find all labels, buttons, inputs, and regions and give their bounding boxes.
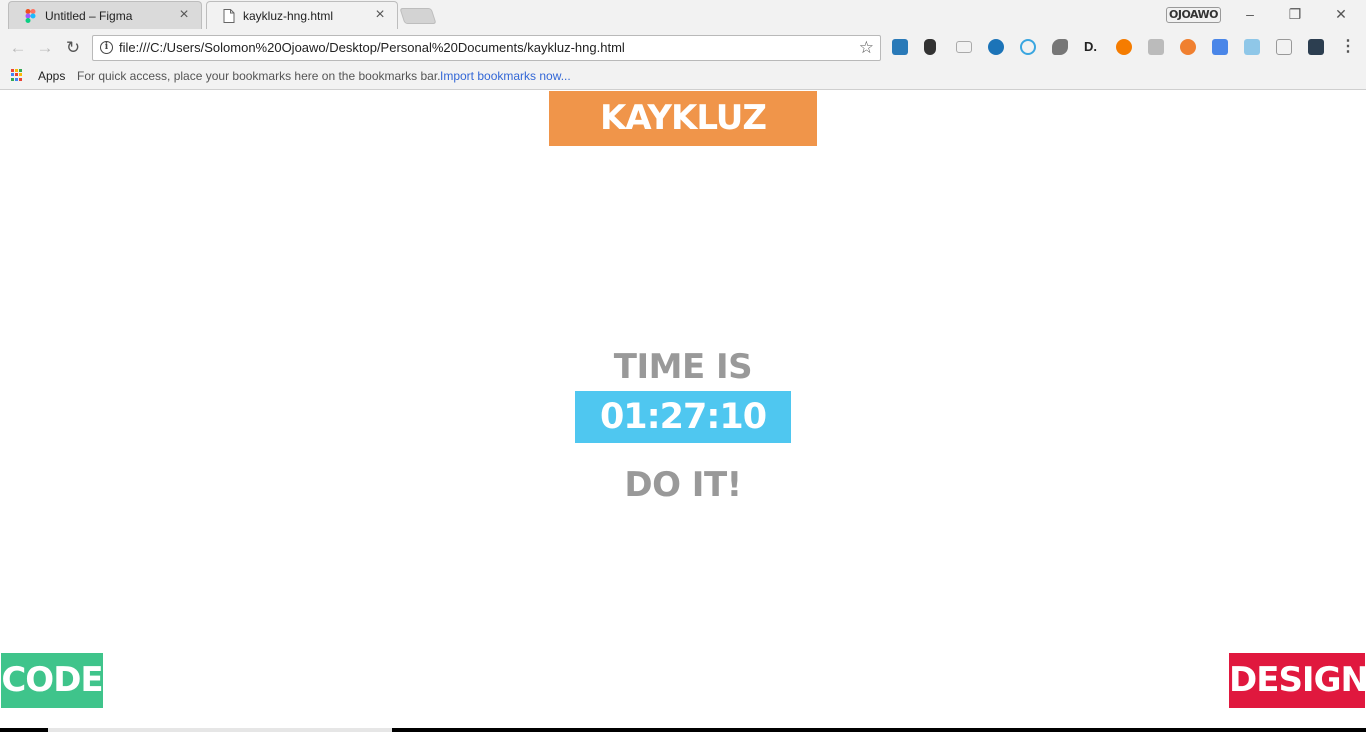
reload-icon[interactable]: ↻ (61, 36, 85, 60)
translate-extension-icon[interactable] (1212, 39, 1228, 55)
minimize-icon[interactable]: – (1235, 4, 1265, 24)
time-label: TIME IS (613, 347, 753, 387)
page-content: KAYKLUZ DAILY TIME IS 01:27:10 AM DO IT!… (0, 91, 1366, 728)
close-tab-icon[interactable]: × (175, 6, 193, 24)
fst-extension-icon[interactable] (1244, 39, 1260, 55)
puzzle-extension-icon[interactable] (1052, 39, 1068, 55)
tab-title: Untitled – Figma (45, 9, 133, 23)
tab-title: kaykluz-hng.html (243, 9, 334, 23)
motto-text: DO IT! (624, 465, 742, 505)
compass-extension-icon[interactable] (892, 39, 908, 55)
mail-extension-icon[interactable] (956, 41, 972, 53)
figma-icon (25, 9, 36, 23)
ball-extension-icon[interactable] (1180, 39, 1196, 55)
code-button[interactable]: CODE (1, 653, 104, 708)
bookmark-star-icon[interactable]: ☆ (859, 38, 874, 58)
orange-extension-icon[interactable] (1116, 39, 1132, 55)
dark-extension-icon[interactable] (1308, 39, 1324, 55)
star-extension-icon[interactable] (988, 39, 1004, 55)
import-bookmarks-link[interactable]: Import bookmarks now... (440, 69, 571, 83)
people-extension-icon[interactable] (1148, 39, 1164, 55)
apps-link[interactable]: Apps (38, 69, 65, 83)
restore-icon[interactable]: ❐ (1280, 4, 1310, 24)
url-text[interactable]: file:///C:/Users/Solomon%20Ojoawo/Deskto… (119, 40, 625, 55)
profile-button[interactable]: OJOAWO (1166, 7, 1222, 23)
clock-display: 01:27:10 AM (575, 391, 791, 489)
file-icon (223, 9, 235, 23)
browser-toolbar: ← → ↻ i file:///C:/Users/Solomon%20Ojoaw… (0, 30, 1366, 65)
info-icon[interactable]: i (100, 41, 113, 54)
tab-figma[interactable]: Untitled – Figma × (8, 1, 202, 29)
taskbar-edge (0, 728, 1366, 732)
mouse-extension-icon[interactable] (924, 39, 936, 55)
bookmarks-bar: Apps For quick access, place your bookma… (0, 65, 1366, 90)
tab-kaykluz[interactable]: kaykluz-hng.html × (206, 1, 398, 29)
pentagon-extension-icon[interactable] (1020, 39, 1036, 55)
menu-icon[interactable]: ⋮ (1340, 37, 1356, 57)
page-title: KAYKLUZ DAILY (549, 91, 817, 193)
tab-strip: Untitled – Figma × kaykluz-hng.html × OJ… (0, 0, 1366, 30)
taskbar-segment (48, 728, 392, 732)
bookmarks-hint: For quick access, place your bookmarks h… (77, 69, 441, 83)
forward-icon[interactable]: → (33, 36, 57, 60)
apps-grid-icon[interactable] (11, 69, 23, 81)
close-tab-icon[interactable]: × (371, 6, 389, 24)
back-icon[interactable]: ← (6, 36, 30, 60)
d-extension-icon[interactable]: D. (1084, 39, 1100, 55)
address-bar[interactable]: i file:///C:/Users/Solomon%20Ojoawo/Desk… (92, 35, 881, 61)
design-button[interactable]: DESIGN (1229, 653, 1366, 708)
new-tab-button[interactable] (399, 8, 437, 24)
close-window-icon[interactable]: ✕ (1326, 4, 1356, 24)
window-extension-icon[interactable] (1276, 39, 1292, 55)
